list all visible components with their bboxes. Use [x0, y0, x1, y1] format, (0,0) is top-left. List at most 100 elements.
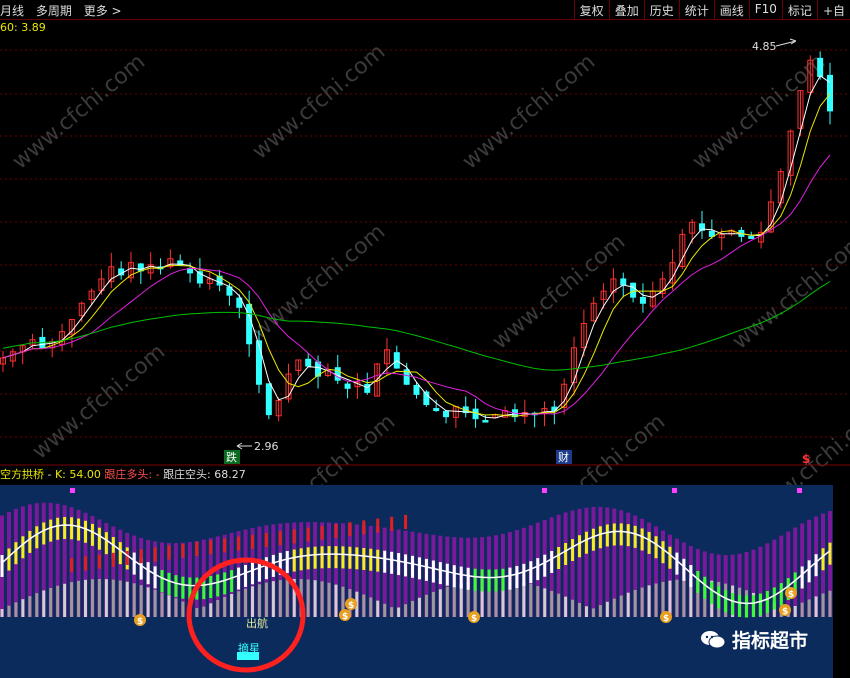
osc-signal-bar — [647, 531, 651, 554]
osc-gray-bar — [431, 591, 435, 617]
osc-gray-bar — [153, 589, 157, 617]
osc-signal-bar — [0, 555, 4, 577]
osc-signal-bar — [682, 558, 686, 581]
osc-red-bar — [320, 525, 324, 540]
osc-signal-bar — [153, 566, 157, 589]
osc-signal-bar — [285, 551, 289, 574]
osc-signal-bar — [807, 560, 811, 583]
osc-signal-bar — [77, 518, 81, 541]
osc-gray-bar — [285, 579, 289, 617]
osc-gray-bar — [28, 596, 32, 617]
osc-red-bar — [376, 518, 380, 533]
osc-signal-bar — [417, 557, 421, 580]
stock-chart[interactable]: www.cfchi.com www.cfchi.com www.cfchi.com w… — [0, 0, 850, 678]
osc-signal-bar — [459, 566, 463, 589]
osc-gray-bar — [320, 581, 324, 617]
osc-signal-bar — [369, 548, 373, 571]
osc-marker — [542, 488, 547, 493]
osc-gray-bar — [383, 603, 387, 617]
osc-gray-bar — [125, 581, 129, 617]
osc-gray-bar — [167, 595, 171, 617]
osc-signal-bar — [578, 535, 582, 558]
osc-signal-bar — [209, 576, 213, 599]
osc-gray-bar — [411, 600, 415, 617]
candle-body — [305, 358, 312, 367]
osc-signal-bar — [765, 590, 769, 613]
osc-gray-bar — [543, 588, 547, 617]
osc-gray-bar — [800, 602, 804, 617]
osc-red-bar — [390, 516, 394, 531]
oscillator-name: 空方拱桥 — [0, 468, 44, 481]
osc-signal-bar — [118, 542, 122, 565]
osc-gray-bar — [223, 596, 227, 617]
osc-signal-bar — [383, 550, 387, 573]
osc-red-bar — [209, 540, 213, 555]
osc-gray-bar — [132, 583, 136, 617]
osc-signal-bar — [466, 567, 470, 590]
candle-body — [433, 408, 440, 412]
osc-signal-bar — [536, 558, 540, 581]
osc-gray-bar — [376, 600, 380, 617]
oscillator-follow-long: 跟庄多头: - — [104, 468, 160, 481]
osc-signal-bar — [70, 517, 74, 540]
osc-gray-bar — [230, 593, 234, 617]
osc-signal-bar — [522, 563, 526, 586]
osc-red-bar — [362, 520, 366, 535]
osc-red-bar — [237, 536, 241, 551]
osc-signal-bar — [487, 569, 491, 592]
osc-signal-bar — [299, 548, 303, 571]
osc-gray-bar — [612, 598, 616, 617]
osc-signal-bar — [689, 564, 693, 587]
osc-signal-bar — [745, 595, 749, 618]
osc-gray-bar — [216, 600, 220, 617]
osc-purple-bar — [598, 506, 603, 617]
osc-gray-bar — [633, 589, 637, 617]
osc-gray-bar — [111, 579, 115, 617]
osc-signal-bar — [28, 530, 32, 553]
osc-signal-bar — [334, 546, 338, 569]
osc-signal-bar — [543, 554, 547, 577]
osc-red-bar — [250, 534, 254, 549]
wechat-icon — [701, 630, 726, 648]
money-bag-glyph: $ — [782, 607, 788, 617]
osc-gray-bar — [438, 589, 442, 617]
osc-gray-bar — [49, 587, 53, 617]
osc-gray-bar — [77, 580, 81, 617]
osc-signal-bar — [710, 581, 714, 604]
osc-signal-bar — [654, 536, 658, 559]
osc-signal-bar — [564, 542, 568, 565]
osc-signal-bar — [341, 546, 345, 569]
osc-signal-bar — [174, 575, 178, 598]
candle-body — [344, 383, 351, 389]
osc-signal-bar — [49, 519, 53, 542]
osc-red-bar — [223, 538, 227, 553]
osc-signal-bar — [814, 554, 818, 577]
osc-signal-bar — [640, 528, 644, 551]
signal-zhaixing-label: 摘星 — [238, 641, 260, 655]
candle-body — [482, 420, 489, 423]
osc-gray-bar — [424, 594, 428, 617]
candle-body — [639, 296, 646, 304]
osc-signal-bar — [230, 570, 234, 593]
osc-purple-bar — [584, 507, 589, 617]
osc-gray-bar — [571, 599, 575, 617]
osc-signal-bar — [411, 555, 415, 578]
osc-signal-bar — [390, 551, 394, 574]
osc-signal-bar — [724, 590, 728, 613]
osc-gray-bar — [35, 593, 39, 617]
osc-red-bar — [70, 558, 74, 573]
osc-signal-bar — [362, 547, 366, 570]
osc-red-bar — [306, 527, 310, 542]
osc-signal-bar — [668, 546, 672, 569]
osc-signal-bar — [313, 546, 317, 569]
osc-gray-bar — [619, 595, 623, 617]
osc-signal-bar — [90, 523, 94, 546]
osc-gray-bar — [70, 582, 74, 617]
osc-gray-bar — [584, 606, 588, 617]
osc-gray-bar — [139, 585, 143, 617]
brand-text: 指标超市 — [732, 630, 809, 652]
osc-gray-bar — [7, 605, 11, 617]
osc-gray-bar — [160, 592, 164, 617]
osc-signal-bar — [480, 569, 484, 592]
osc-gray-bar — [452, 584, 456, 617]
